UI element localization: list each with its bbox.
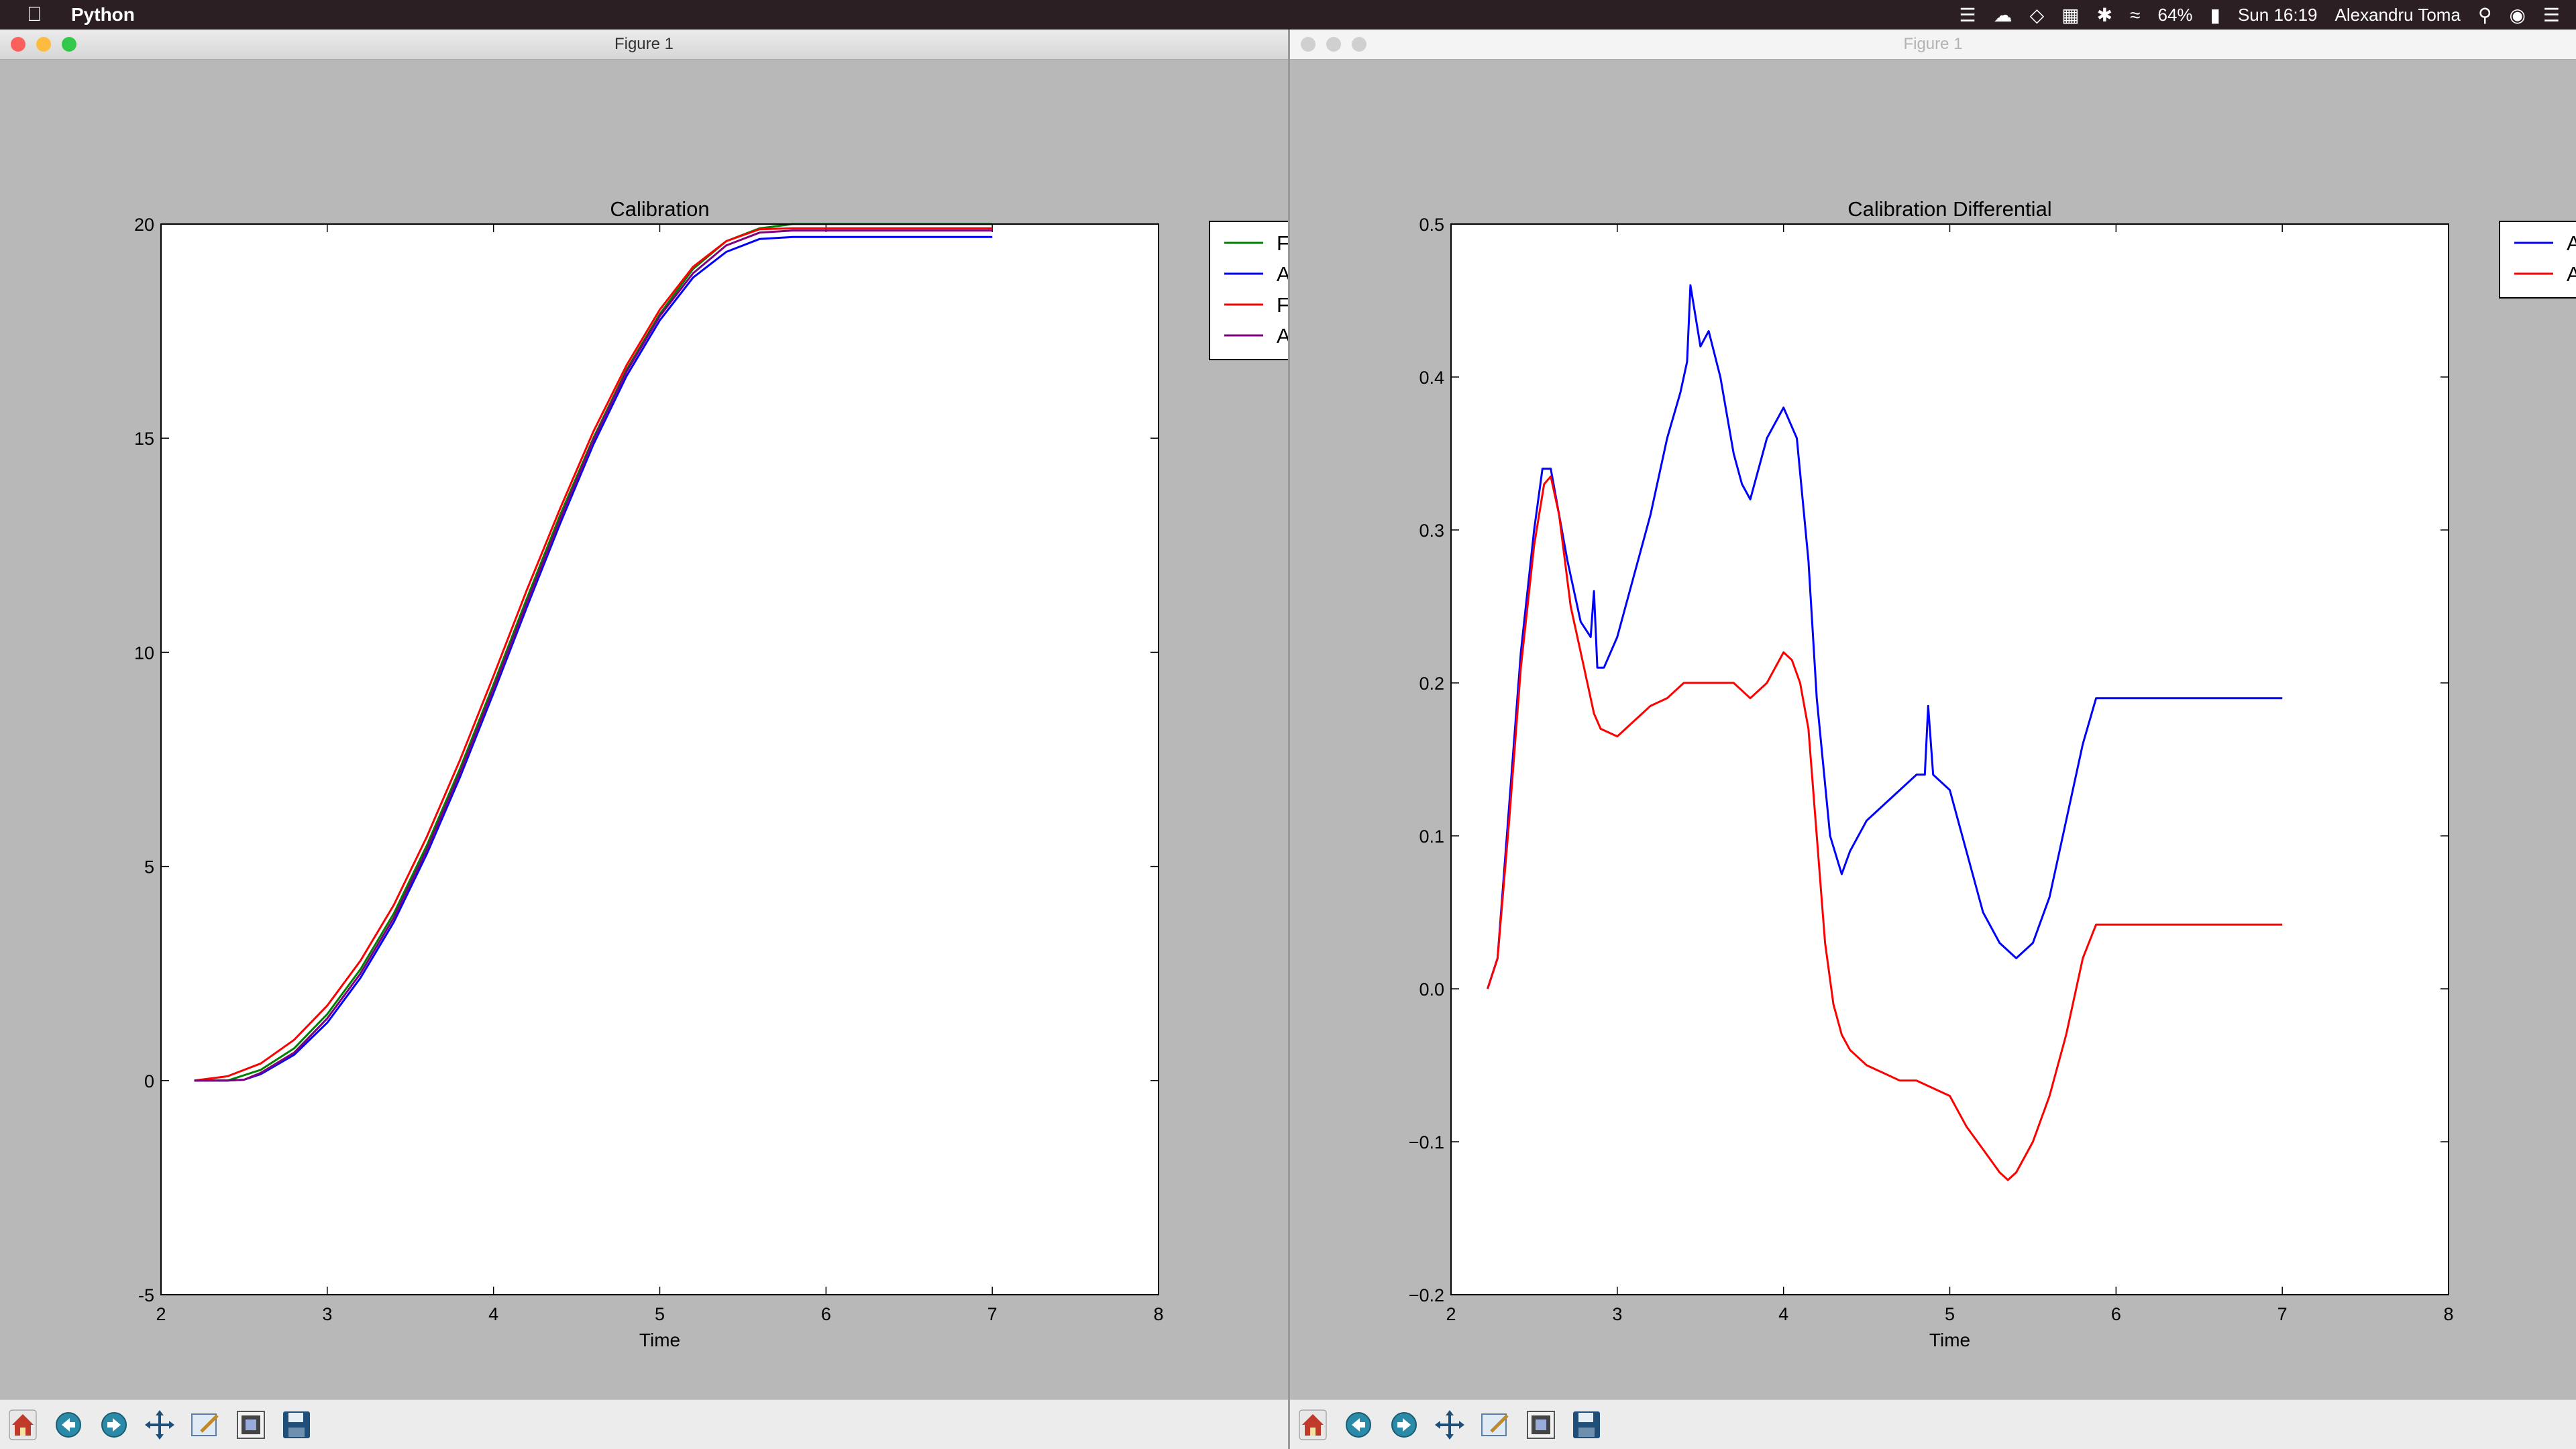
legend-label: A <box>1277 262 1288 286</box>
save-floppy-button[interactable] <box>1568 1406 1605 1444</box>
save-floppy-button[interactable] <box>278 1406 315 1444</box>
y-tick-label: 5 <box>144 857 154 877</box>
status-area: ☰ ☁ ◇ ▦ ✱ ≈ 64% ▮ Sun 16:19 Alexandru To… <box>1960 4 2560 26</box>
y-tick-label: 0.4 <box>1419 368 1444 388</box>
spotlight-search-icon[interactable]: ⚲ <box>2478 4 2492 26</box>
home-icon <box>1299 1409 1327 1440</box>
battery-percent[interactable]: 64% <box>2157 5 2192 25</box>
x-axis-label: Time <box>1929 1330 1970 1350</box>
clock[interactable]: Sun 16:19 <box>2238 5 2318 25</box>
x-tick-label: 7 <box>2277 1304 2288 1324</box>
legend-label: F <box>1277 293 1288 317</box>
configure-subplots-icon <box>237 1410 265 1439</box>
zoom-rect-button[interactable] <box>1477 1406 1514 1444</box>
title-bar[interactable]: Figure 1 <box>0 30 1288 60</box>
zoom-rect-icon <box>191 1413 219 1436</box>
pan-move-button[interactable] <box>1431 1406 1468 1444</box>
figure-window-left: Figure 1 Calibration 2 3 4 5 6 7 8 -5 0 5 10 15 20 Tim… <box>0 30 1288 1449</box>
zoom-rect-button[interactable] <box>186 1406 224 1444</box>
x-tick-label: 6 <box>2111 1304 2121 1324</box>
vpn-icon[interactable]: ◇ <box>2030 4 2045 26</box>
back-arrow-button[interactable] <box>1340 1406 1377 1444</box>
title-bar[interactable]: Figure 1 <box>1290 30 2576 60</box>
x-tick-label: 5 <box>655 1304 665 1324</box>
navigation-toolbar <box>1290 1399 2576 1449</box>
y-tick-label: 15 <box>134 429 154 449</box>
x-tick-label: 8 <box>2443 1304 2453 1324</box>
wifi-icon[interactable]: ≈ <box>2130 5 2140 26</box>
x-tick-label: 6 <box>821 1304 831 1324</box>
chart-title: Calibration Differential <box>1847 197 2051 221</box>
pan-move-icon <box>145 1409 174 1440</box>
y-tick-label: 0.3 <box>1419 521 1444 541</box>
configure-subplots-button[interactable] <box>1522 1406 1560 1444</box>
y-tick-label: 10 <box>134 643 154 663</box>
forward-arrow-button[interactable] <box>1385 1406 1423 1444</box>
pan-move-button[interactable] <box>141 1406 178 1444</box>
y-tick-label: 0.2 <box>1419 674 1444 694</box>
configure-subplots-icon <box>1527 1410 1555 1439</box>
navigation-toolbar <box>0 1399 1288 1449</box>
plot-area <box>161 224 1159 1295</box>
x-tick-label: 2 <box>1446 1304 1456 1324</box>
forward-arrow-icon <box>101 1411 127 1438</box>
x-tick-label: 3 <box>1612 1304 1622 1324</box>
siri-icon[interactable]: ◉ <box>2509 4 2525 26</box>
y-tick-label: 0 <box>144 1071 154 1091</box>
dropbox-icon[interactable]: ☰ <box>1960 4 1976 26</box>
y-tick-label: 0.5 <box>1419 215 1444 235</box>
notification-center-icon[interactable]: ☰ <box>2543 4 2560 26</box>
forward-arrow-icon <box>1391 1411 1417 1438</box>
x-tick-label: 4 <box>488 1304 498 1324</box>
legend-label: F <box>1277 231 1288 255</box>
x-tick-label: 8 <box>1153 1304 1163 1324</box>
x-tick-label: 3 <box>322 1304 332 1324</box>
y-tick-label: −0.2 <box>1409 1285 1444 1305</box>
y-tick-label: −0.1 <box>1409 1132 1444 1152</box>
x-tick-label: 2 <box>156 1304 166 1324</box>
window-title: Figure 1 <box>614 35 674 53</box>
window-title: Figure 1 <box>1903 35 1963 53</box>
apple-menu-icon[interactable]:  <box>27 3 42 26</box>
save-floppy-icon <box>283 1411 310 1438</box>
home-icon <box>9 1409 37 1440</box>
calibration-differential-figure[interactable]: Calibration Differential 2 3 4 5 6 7 8 −0.2 −0.1 0… <box>1290 59 2576 1399</box>
y-tick-label: 0.1 <box>1419 826 1444 847</box>
back-arrow-button[interactable] <box>50 1406 87 1444</box>
pan-move-icon <box>1435 1409 1464 1440</box>
battery-icon[interactable]: ▮ <box>2210 4 2220 26</box>
home-button[interactable] <box>4 1406 42 1444</box>
y-tick-label: -5 <box>138 1285 154 1305</box>
calibration-figure[interactable]: Calibration2 3 4 5 6 7 8-505101520TimeFAFA <box>0 59 1288 1399</box>
legend-label: A <box>2567 231 2576 255</box>
forward-arrow-button[interactable] <box>95 1406 133 1444</box>
home-button[interactable] <box>1294 1406 1332 1444</box>
back-arrow-icon <box>1346 1411 1371 1438</box>
legend: FAFA <box>1209 221 1288 360</box>
figure-window-right: Figure 1 Calibration Differential 2 3 4 5 6 7 8… <box>1288 30 2576 1449</box>
x-axis-label: Time <box>639 1330 680 1350</box>
legend: AA <box>2499 221 2576 299</box>
x-tick-label: 5 <box>1945 1304 1955 1324</box>
chart-title: Calibration <box>610 197 709 221</box>
app-name-menu[interactable]: Python <box>71 4 135 25</box>
x-tick-label: 4 <box>1778 1304 1788 1324</box>
bluetooth-icon[interactable]: ✱ <box>2097 4 2112 26</box>
save-floppy-icon <box>1573 1411 1600 1438</box>
cloud-icon[interactable]: ☁ <box>1994 4 2012 26</box>
grid-icon[interactable]: ▦ <box>2061 4 2079 26</box>
legend-label: A <box>1277 324 1288 347</box>
configure-subplots-button[interactable] <box>232 1406 270 1444</box>
plot-area <box>1451 224 2449 1295</box>
menu-bar:  Python ☰ ☁ ◇ ▦ ✱ ≈ 64% ▮ Sun 16:19 Ale… <box>0 0 2576 30</box>
y-tick-label: 20 <box>134 215 154 235</box>
back-arrow-icon <box>56 1411 81 1438</box>
legend-label: A <box>2567 262 2576 286</box>
x-tick-label: 7 <box>987 1304 998 1324</box>
y-tick-label: 0.0 <box>1419 979 1444 1000</box>
legend-box <box>2499 221 2576 299</box>
zoom-rect-icon <box>1481 1413 1509 1436</box>
user-name[interactable]: Alexandru Toma <box>2335 5 2461 25</box>
